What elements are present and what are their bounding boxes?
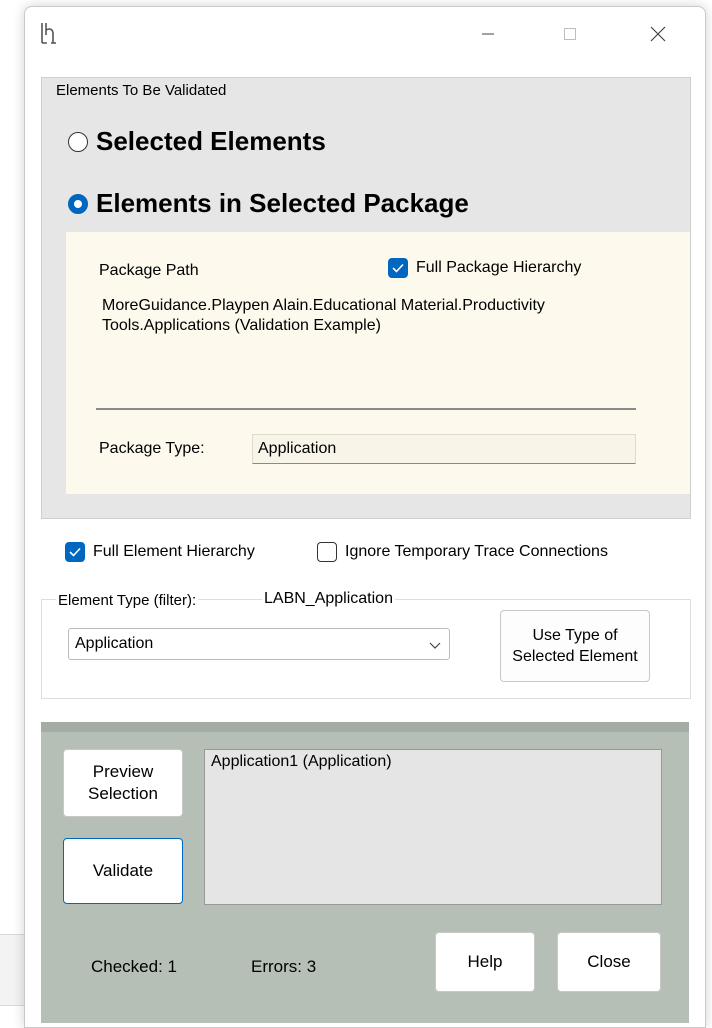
element-type-group: Element Type (filter): LABN_Application … [41, 590, 691, 699]
radio-checked-icon[interactable] [68, 193, 88, 214]
element-type-current: LABN_Application [262, 590, 395, 608]
package-type-label: Package Type: [99, 440, 205, 457]
full-package-hierarchy-checkbox[interactable]: Full Package Hierarchy [388, 258, 581, 278]
full-package-hierarchy-label[interactable]: Full Package Hierarchy [416, 259, 581, 277]
elements-in-package-option[interactable]: Elements in Selected Package [68, 188, 469, 219]
full-element-hierarchy-checkbox[interactable]: Full Element Hierarchy [65, 542, 255, 562]
results-panel: Preview Selection Validate Application1 … [41, 722, 689, 1023]
package-type-field[interactable]: Application [252, 434, 636, 464]
help-button[interactable]: Help [435, 932, 535, 992]
maximize-icon [564, 28, 576, 40]
element-type-dropdown[interactable]: Application [68, 628, 450, 660]
list-item[interactable]: Application1 (Application) [211, 753, 655, 771]
checkbox-checked-icon[interactable] [388, 258, 408, 278]
elements-in-package-label[interactable]: Elements in Selected Package [96, 188, 469, 219]
title-bar[interactable] [25, 7, 705, 61]
errors-count: Errors: 3 [251, 957, 317, 976]
radio-unchecked-icon[interactable] [68, 131, 88, 152]
checked-count: Checked: 1 [91, 957, 177, 976]
checkbox-checked-icon[interactable] [65, 542, 85, 562]
close-window-button[interactable] [636, 17, 680, 51]
preview-selection-button[interactable]: Preview Selection [63, 749, 183, 817]
ignore-temporary-trace-checkbox[interactable]: Ignore Temporary Trace Connections [317, 542, 608, 562]
group-title: Elements To Be Validated [56, 82, 227, 99]
selected-elements-label[interactable]: Selected Elements [96, 126, 326, 157]
element-type-label: Element Type (filter): [56, 592, 199, 609]
element-type-selected: Application [75, 635, 154, 652]
close-button[interactable]: Close [557, 932, 661, 992]
validate-button[interactable]: Validate [63, 838, 183, 904]
minimize-button[interactable] [466, 17, 510, 51]
validation-dialog: Elements To Be Validated Selected Elemen… [24, 6, 706, 1028]
ignore-temporary-trace-label[interactable]: Ignore Temporary Trace Connections [345, 543, 608, 561]
full-element-hierarchy-label[interactable]: Full Element Hierarchy [93, 543, 255, 561]
close-icon [650, 26, 666, 42]
results-list[interactable]: Application1 (Application) [204, 749, 662, 905]
app-logo-icon [39, 21, 59, 45]
elements-to-validate-group: Elements To Be Validated Selected Elemen… [41, 77, 691, 519]
use-type-of-selected-button[interactable]: Use Type of Selected Element [500, 610, 650, 682]
minimize-icon [482, 33, 494, 35]
package-path-field[interactable]: MoreGuidance.Playpen Alain.Educational M… [96, 290, 636, 410]
package-path-label: Package Path [99, 262, 199, 279]
checkbox-unchecked-icon[interactable] [317, 542, 337, 562]
maximize-button[interactable] [548, 17, 592, 51]
chevron-down-icon[interactable] [429, 637, 441, 655]
package-panel: Package Path Full Package Hierarchy More… [66, 232, 690, 494]
selected-elements-option[interactable]: Selected Elements [68, 126, 326, 157]
